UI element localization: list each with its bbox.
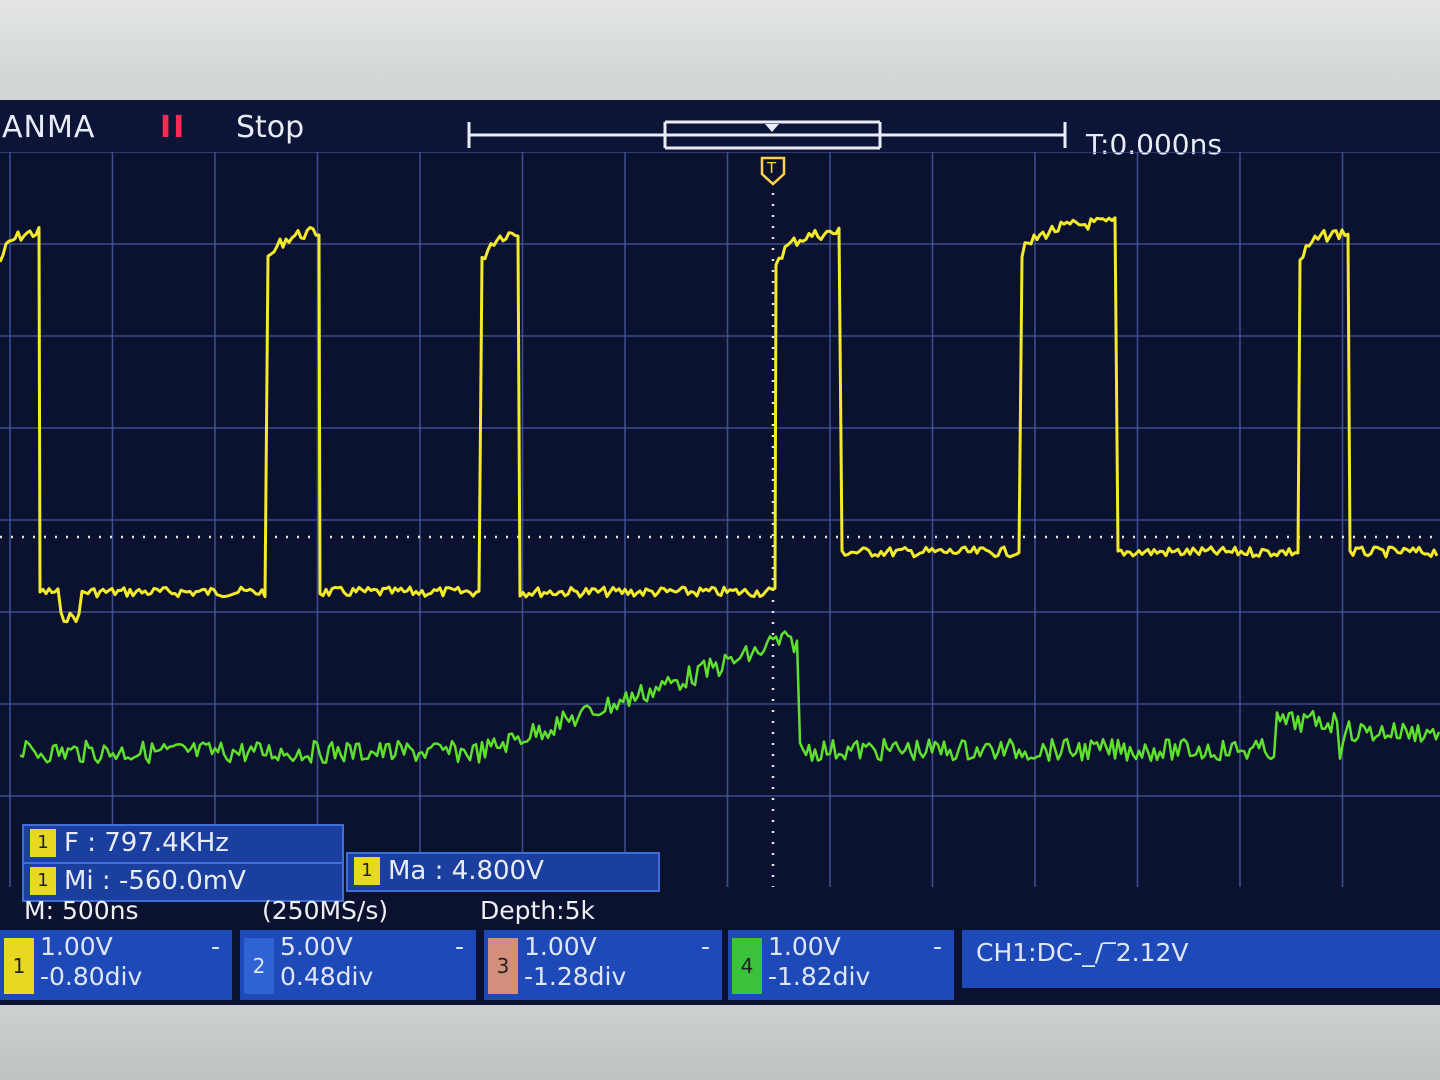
maximum-value: Ma : 4.800V [388, 856, 544, 886]
channel-4-marker: - [932, 932, 942, 961]
run-state[interactable]: Stop [236, 110, 304, 145]
channel-2-marker: - [454, 932, 464, 961]
channel-2-number: 2 [244, 938, 274, 994]
channel-3-number: 3 [488, 938, 518, 994]
channel-4-offset: -1.82div [768, 962, 871, 991]
measure-frequency[interactable]: 1 F : 797.4KHz [22, 824, 344, 864]
measure-maximum[interactable]: 1 Ma : 4.800V [346, 852, 660, 892]
channel-1-offset: -0.80div [40, 962, 143, 991]
channel-2-offset: 0.48div [280, 962, 374, 991]
memory-position-bar[interactable] [465, 120, 1070, 150]
channel-1-chip: 1 [354, 857, 380, 885]
acquisition-info: M: 500ns (250MS/s) Depth:5k [0, 894, 1440, 928]
channel-1-number: 1 [4, 938, 34, 994]
channel-3-box[interactable]: 3 1.00V - -1.28div [484, 930, 722, 1000]
channel-2-scale: 5.00V [280, 932, 353, 961]
minimum-value: Mi : -560.0mV [64, 866, 246, 896]
oscilloscope-screen: ANMA II Stop T:0.000ns T 1 F : 797.4KHz 1… [0, 100, 1440, 1005]
channel-1-chip: 1 [30, 867, 56, 895]
channel-1-marker: - [210, 932, 220, 961]
frequency-value: F : 797.4KHz [64, 828, 229, 858]
channel-4-number: 4 [732, 938, 762, 994]
trigger-position-icon [765, 124, 779, 132]
channel-1-box[interactable]: 1 1.00V - -0.80div [0, 930, 232, 1000]
memory-depth[interactable]: Depth:5k [480, 896, 595, 925]
status-bar: ANMA II Stop T:0.000ns [0, 100, 1440, 161]
channel-3-offset: -1.28div [524, 962, 627, 991]
timebase[interactable]: M: 500ns [24, 896, 139, 925]
pause-icon: II [160, 110, 187, 145]
trigger-label: CH1:DC-_/‾2.12V [976, 938, 1189, 967]
channel-1-chip: 1 [30, 829, 56, 857]
channel-1-scale: 1.00V [40, 932, 113, 961]
channel-3-scale: 1.00V [524, 932, 597, 961]
channel-3-marker: - [700, 932, 710, 961]
trigger-marker-label: T [766, 159, 777, 177]
sample-rate: (250MS/s) [262, 896, 389, 925]
brand-label: ANMA [2, 110, 96, 145]
waveform-grid: T [0, 152, 1440, 887]
channel-4-box[interactable]: 4 1.00V - -1.82div [728, 930, 954, 1000]
channel-4-scale: 1.00V [768, 932, 841, 961]
channel-2-box[interactable]: 2 5.00V - 0.48div [240, 930, 476, 1000]
channel-4-trace [19, 630, 1440, 765]
channel-bar: 1 1.00V - -0.80div 2 5.00V - 0.48div 3 1… [0, 930, 1440, 1000]
trigger-settings[interactable]: CH1:DC-_/‾2.12V [962, 930, 1440, 988]
